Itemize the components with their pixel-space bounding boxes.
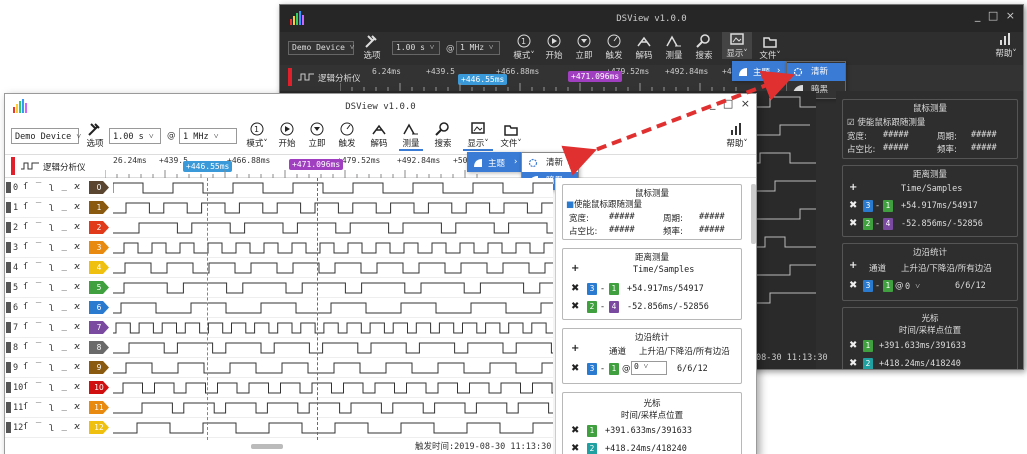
- screenshot-stage: DSView v1.0.0 _ □ × Demo Device ˅ 选项 1.0…: [0, 0, 1027, 454]
- annotation-arrow: [561, 70, 795, 176]
